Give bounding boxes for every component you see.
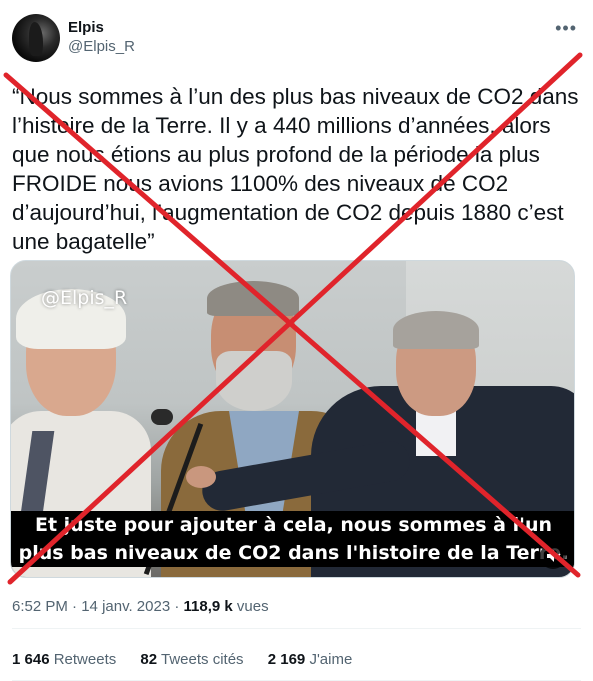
avatar-silhouette [29, 22, 43, 56]
microphone-icon [151, 409, 173, 425]
quotes-stat[interactable]: 82 Tweets cités [140, 650, 243, 670]
retweets-count: 1 646 [12, 651, 50, 668]
engagement-stats: 1 646 Retweets 82 Tweets cités 2 169 J'a… [12, 650, 372, 670]
person-right-hair [393, 311, 479, 349]
caption-row-2: plus bas niveaux de CO2 dans l'histoire … [11, 539, 574, 567]
views-label: vues [236, 598, 269, 615]
person-center-hair [207, 281, 299, 316]
person-center-beard [216, 351, 292, 411]
meta-separator: · [67, 598, 82, 615]
caption-line-2: plus bas niveaux de CO2 dans l'histoire … [12, 539, 574, 567]
tweet-time[interactable]: 6:52 PM [12, 598, 68, 615]
retweets-stat[interactable]: 1 646 Retweets [12, 650, 116, 670]
author-display-name[interactable]: Elpis [68, 19, 135, 37]
author-handle[interactable]: @Elpis_R [68, 37, 135, 57]
person-right-hand [186, 466, 216, 488]
divider [12, 628, 581, 629]
likes-stat[interactable]: 2 169 J'aime [268, 650, 353, 670]
author-names: Elpis @Elpis_R [68, 19, 135, 57]
more-options-icon[interactable]: ••• [555, 18, 577, 39]
quotes-label: Tweets cités [161, 651, 244, 668]
video-watermark: @Elpis_R [41, 287, 128, 309]
meta-separator-2: · [170, 598, 184, 615]
avatar[interactable] [12, 14, 60, 62]
likes-count: 2 169 [267, 651, 306, 668]
retweets-label: Retweets [53, 651, 117, 668]
tweet-header: Elpis @Elpis_R ••• [12, 14, 581, 66]
video-media[interactable]: @Elpis_R Et juste pour ajouter à cela, n… [10, 260, 575, 578]
volume-mute-icon[interactable] [540, 543, 566, 569]
timestamp-row: 6:52 PM · 14 janv. 2023 · 118,9 k vues [12, 597, 269, 617]
views-count: 118,9 k [183, 598, 233, 615]
tweet-text: “Nous sommes à l’un des plus bas niveaux… [12, 84, 585, 254]
likes-label: J'aime [309, 651, 353, 668]
tweet-card: Elpis @Elpis_R ••• “Nous sommes à l’un d… [0, 0, 593, 681]
quotes-count: 82 [140, 651, 158, 668]
tweet-date[interactable]: 14 janv. 2023 [81, 598, 170, 615]
